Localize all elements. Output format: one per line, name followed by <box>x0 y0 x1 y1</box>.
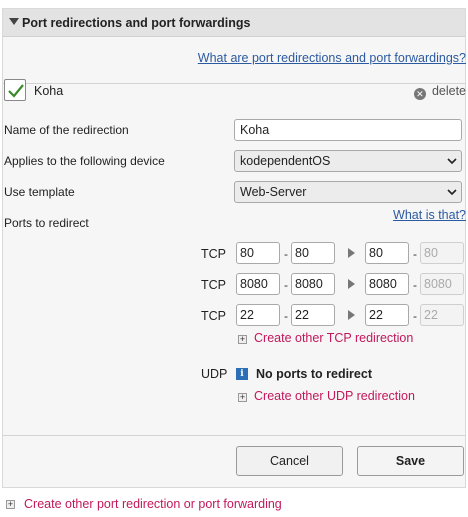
panel-header[interactable]: Port redirections and port forwardings <box>3 9 465 37</box>
port-value: 22 <box>424 308 438 322</box>
device-label: Applies to the following device <box>4 154 165 168</box>
plus-icon[interactable]: + <box>238 393 247 402</box>
device-value: kodependentOS <box>240 154 331 168</box>
tcp-from-end-input[interactable]: 22 <box>291 304 335 326</box>
tcp-from-start-input[interactable]: 80 <box>236 242 280 264</box>
forward-arrow-icon <box>348 279 355 289</box>
port-value: 22 <box>369 308 383 322</box>
port-value: 8080 <box>424 277 452 291</box>
delete-icon: ✕ <box>413 88 426 100</box>
template-value: Web-Server <box>240 185 307 199</box>
tcp-label: TCP <box>201 309 226 323</box>
forward-arrow-icon <box>348 248 355 258</box>
port-value: 8080 <box>369 277 397 291</box>
no-ports-text: No ports to redirect <box>256 367 372 381</box>
save-button[interactable]: Save <box>357 446 464 476</box>
range-dash: - <box>413 278 417 292</box>
port-value: 80 <box>240 246 254 260</box>
checkmark-icon <box>8 84 24 98</box>
create-port-redirection-link[interactable]: Create other port redirection or port fo… <box>24 497 282 511</box>
device-select[interactable]: kodependentOS <box>234 150 462 172</box>
name-input[interactable]: Koha <box>234 119 462 141</box>
tcp-to-start-input[interactable]: 8080 <box>365 273 409 295</box>
tcp-to-end-input: 80 <box>420 242 464 264</box>
name-value: Koha <box>240 123 270 137</box>
tcp-from-end-input[interactable]: 8080 <box>291 273 335 295</box>
cancel-button[interactable]: Cancel <box>236 446 343 476</box>
delete-label: delete <box>431 84 466 98</box>
tcp-from-start-input[interactable]: 22 <box>236 304 280 326</box>
plus-icon[interactable]: + <box>238 335 247 344</box>
delete-button[interactable]: ✕ delete <box>413 84 466 100</box>
tcp-label: TCP <box>201 278 226 292</box>
forward-arrow-icon <box>348 310 355 320</box>
create-udp-redirection-link[interactable]: Create other UDP redirection <box>254 389 415 403</box>
chevron-down-icon <box>447 189 457 196</box>
collapse-triangle-icon[interactable] <box>9 18 19 25</box>
tcp-to-end-input: 8080 <box>420 273 464 295</box>
range-dash: - <box>284 309 288 323</box>
tcp-to-end-input: 22 <box>420 304 464 326</box>
divider <box>3 83 465 84</box>
plus-icon[interactable]: + <box>6 500 15 509</box>
tcp-from-end-input[interactable]: 80 <box>291 242 335 264</box>
ports-label: Ports to redirect <box>4 216 89 230</box>
udp-label: UDP <box>201 367 228 381</box>
port-value: 80 <box>424 246 438 260</box>
tcp-to-start-input[interactable]: 80 <box>365 242 409 264</box>
port-value: 22 <box>240 308 254 322</box>
range-dash: - <box>413 309 417 323</box>
tcp-from-start-input[interactable]: 8080 <box>236 273 280 295</box>
panel-title: Port redirections and port forwardings <box>22 16 251 30</box>
port-value: 22 <box>295 308 309 322</box>
name-label: Name of the redirection <box>4 123 129 137</box>
port-value: 8080 <box>295 277 323 291</box>
enable-checkbox[interactable] <box>4 79 26 101</box>
template-select[interactable]: Web-Server <box>234 181 462 203</box>
port-value: 80 <box>295 246 309 260</box>
chevron-down-icon <box>447 158 457 165</box>
tcp-label: TCP <box>201 247 226 261</box>
tcp-to-start-input[interactable]: 22 <box>365 304 409 326</box>
divider <box>3 435 465 436</box>
what-is-that-link[interactable]: What is that? <box>393 208 466 222</box>
template-label: Use template <box>4 185 75 199</box>
create-tcp-redirection-link[interactable]: Create other TCP redirection <box>254 331 413 345</box>
help-link[interactable]: What are port redirections and port forw… <box>198 51 466 65</box>
range-dash: - <box>284 278 288 292</box>
range-dash: - <box>284 247 288 261</box>
port-value: 80 <box>369 246 383 260</box>
info-icon: i <box>236 368 248 380</box>
range-dash: - <box>413 247 417 261</box>
port-value: 8080 <box>240 277 268 291</box>
redirection-title: Koha <box>34 84 64 98</box>
